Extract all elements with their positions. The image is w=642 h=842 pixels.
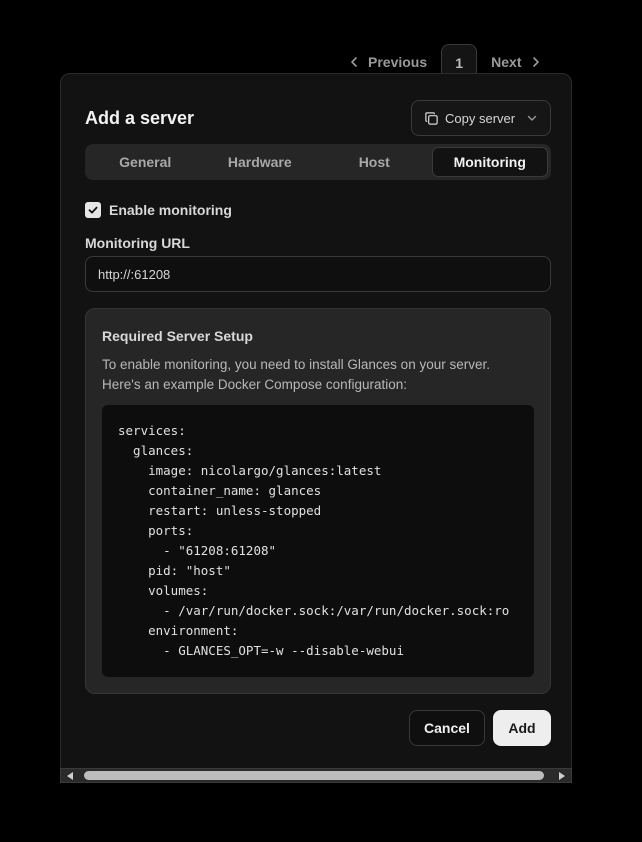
enable-monitoring-checkbox[interactable] bbox=[85, 202, 101, 218]
monitoring-url-input[interactable] bbox=[85, 256, 551, 292]
next-page-label: Next bbox=[491, 54, 522, 70]
docker-compose-code-block: services: glances: image: nicolargo/glan… bbox=[102, 405, 534, 677]
tab-list: General Hardware Host Monitoring bbox=[85, 144, 551, 180]
chevron-down-icon bbox=[527, 115, 537, 121]
add-server-dialog: Add a server Copy server General Hardwar… bbox=[60, 73, 572, 771]
scrollbar-thumb[interactable] bbox=[84, 771, 544, 780]
copy-icon bbox=[425, 111, 438, 125]
docker-compose-code: services: glances: image: nicolargo/glan… bbox=[118, 423, 510, 658]
setup-title: Required Server Setup bbox=[102, 328, 253, 344]
scroll-right-arrow-icon[interactable] bbox=[559, 772, 565, 780]
server-setup-panel: Required Server Setup To enable monitori… bbox=[85, 308, 551, 694]
cancel-button[interactable]: Cancel bbox=[409, 710, 485, 746]
horizontal-scrollbar[interactable] bbox=[60, 768, 572, 783]
monitoring-url-label: Monitoring URL bbox=[85, 235, 190, 251]
check-icon bbox=[88, 206, 98, 214]
dialog-title: Add a server bbox=[85, 108, 195, 128]
enable-monitoring-label: Enable monitoring bbox=[109, 202, 232, 218]
enable-monitoring-row[interactable]: Enable monitoring bbox=[85, 202, 232, 218]
previous-page-label: Previous bbox=[368, 54, 428, 70]
page: Previous 1 Next Add a server Copy server… bbox=[0, 0, 642, 842]
tab-general[interactable]: General bbox=[88, 147, 203, 177]
chevron-right-icon bbox=[532, 57, 539, 67]
setup-description: To enable monitoring, you need to instal… bbox=[102, 357, 490, 392]
chevron-left-icon bbox=[351, 57, 357, 67]
dialog-header: Add a server Copy server bbox=[85, 100, 551, 136]
copy-server-button[interactable]: Copy server bbox=[411, 100, 551, 136]
tab-host[interactable]: Host bbox=[317, 147, 432, 177]
copy-server-label: Copy server bbox=[445, 110, 516, 126]
add-button[interactable]: Add bbox=[493, 710, 551, 746]
scroll-left-arrow-icon[interactable] bbox=[67, 772, 73, 780]
tab-hardware[interactable]: Hardware bbox=[203, 147, 318, 177]
tab-monitoring[interactable]: Monitoring bbox=[431, 147, 548, 177]
